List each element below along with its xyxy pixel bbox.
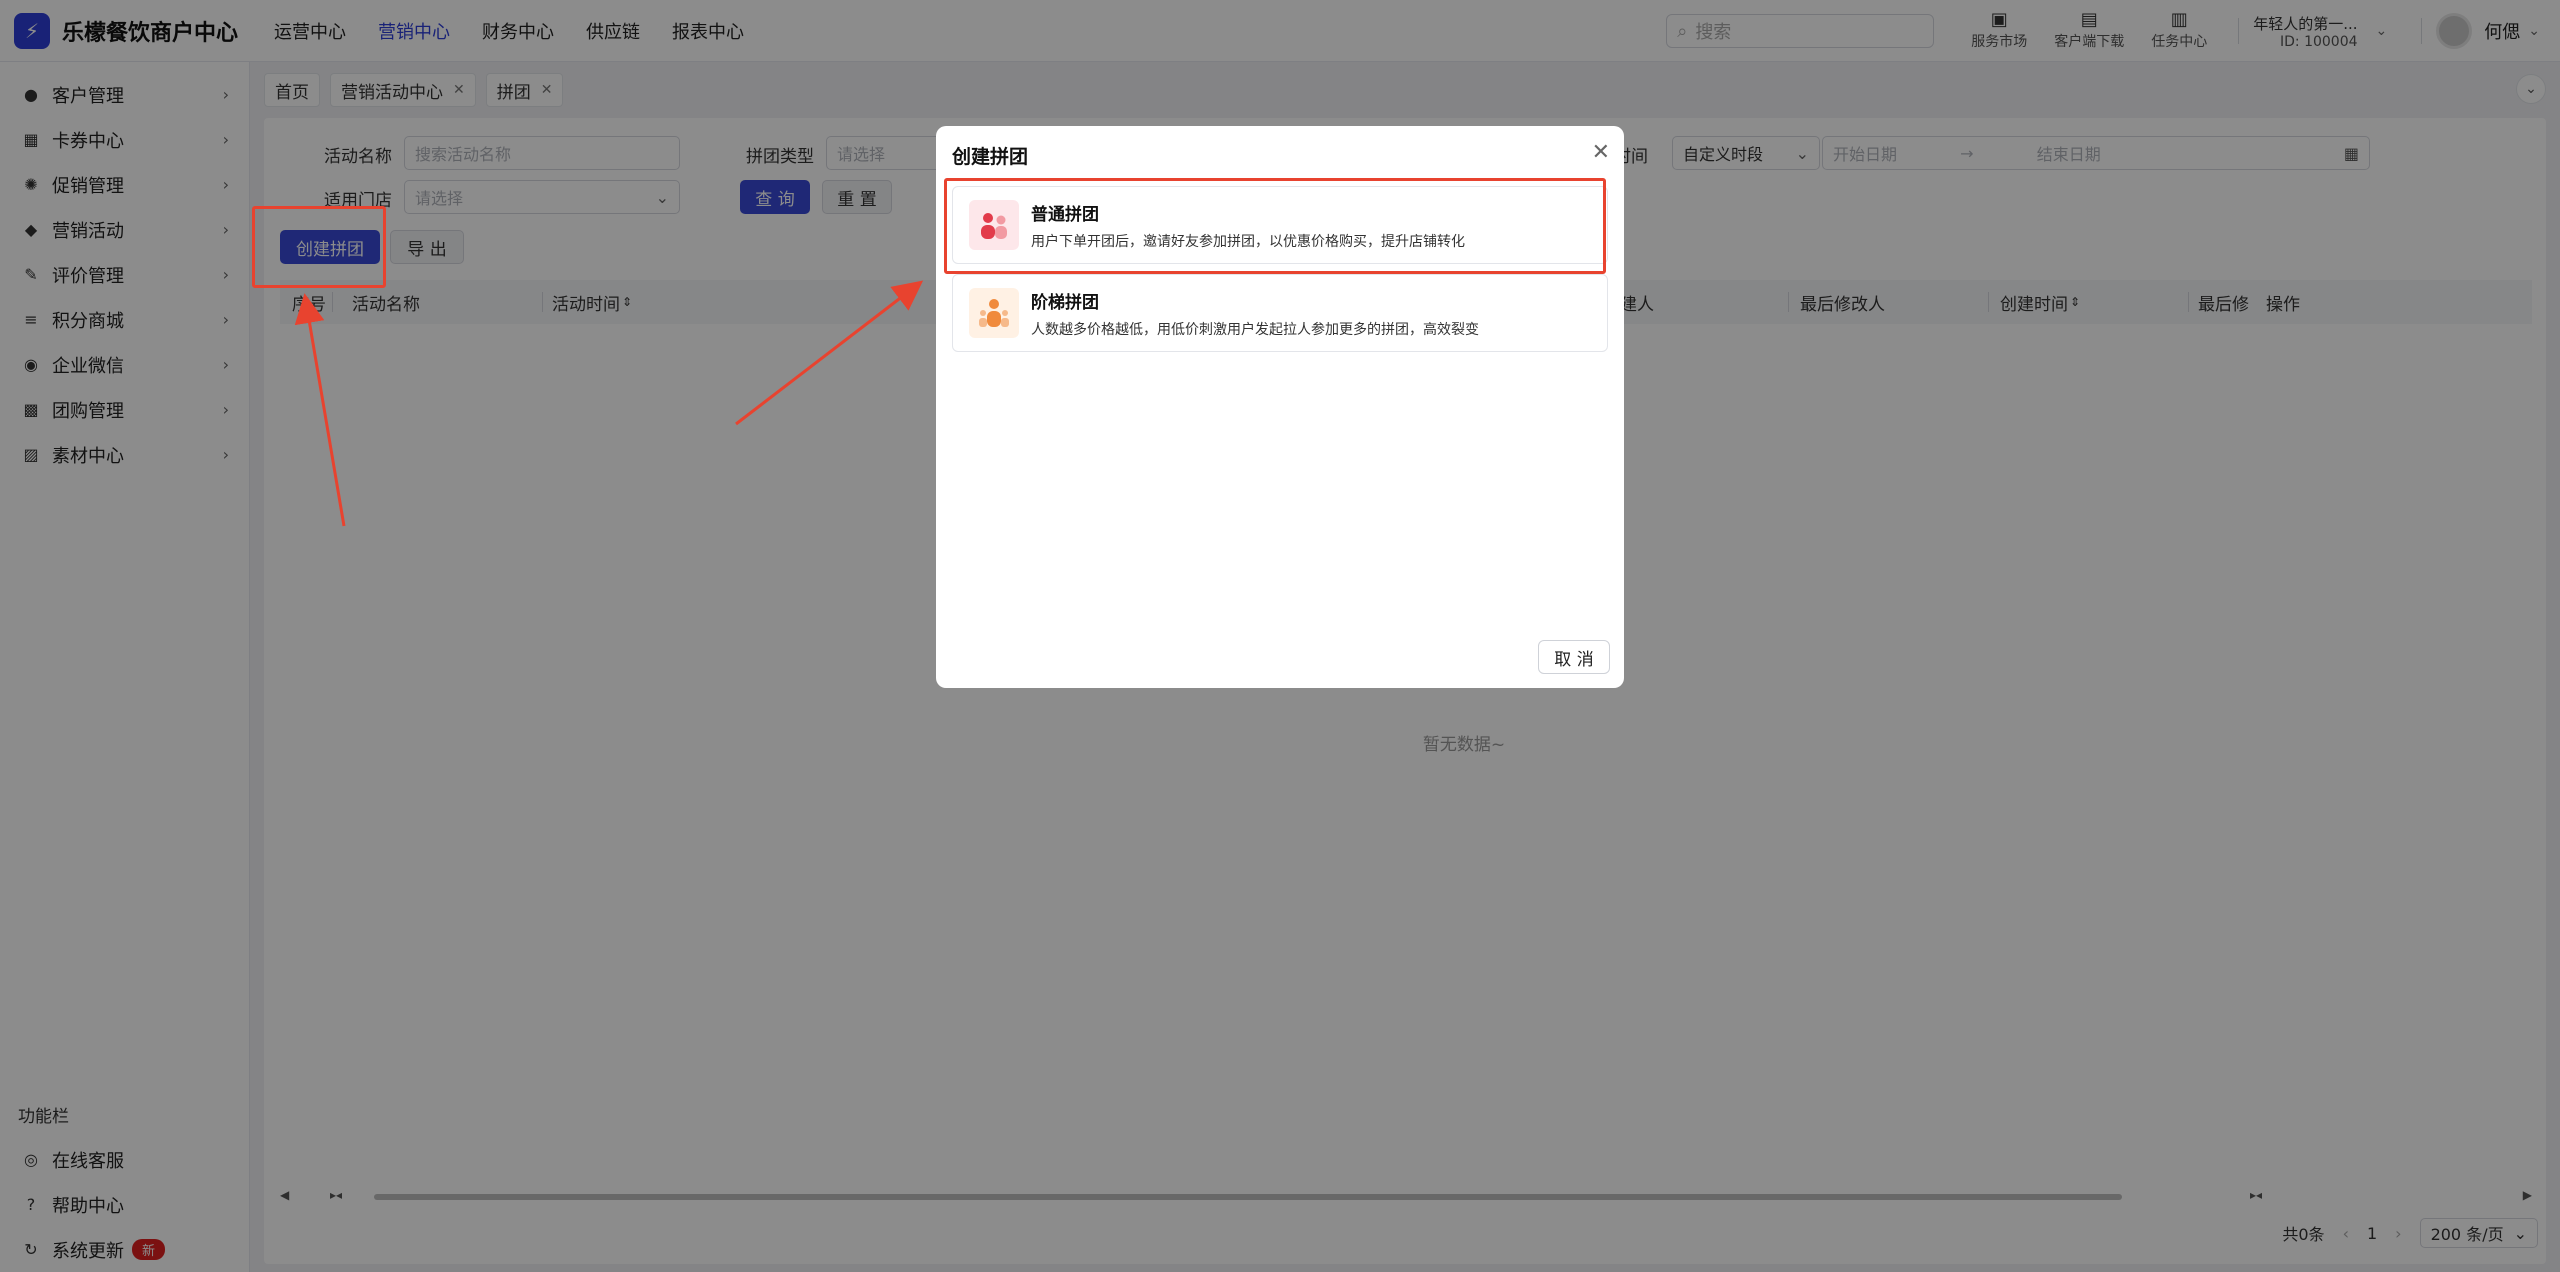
annotation-arrow-to-create — [294, 293, 346, 527]
annotation-arrow-to-option — [735, 280, 924, 426]
annotation-arrows — [294, 280, 924, 527]
